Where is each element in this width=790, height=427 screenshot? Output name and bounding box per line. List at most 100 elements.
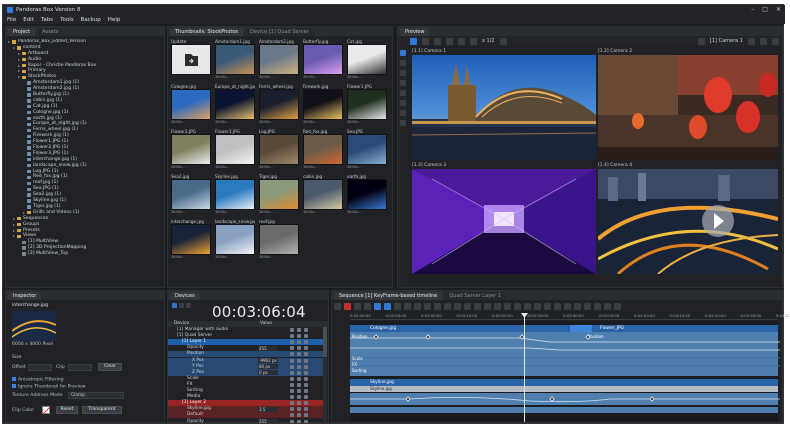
visibility-icon[interactable] <box>297 395 301 400</box>
undo-icon[interactable] <box>574 303 581 310</box>
device-row-value[interactable]: 255 <box>258 345 278 351</box>
redo-icon[interactable] <box>584 303 591 310</box>
thumbnail-item[interactable]: Amsterdam1.jpg 3840x... <box>215 39 255 82</box>
record-icon[interactable] <box>304 340 308 345</box>
record-icon[interactable] <box>304 413 308 418</box>
audio-icon[interactable] <box>399 90 406 96</box>
thumbnail-item[interactable]: Cat.jpg 3840x... <box>347 39 387 82</box>
thumbnail-item[interactable]: Europe_at_night.jpg 3840x... <box>215 84 255 127</box>
device-row[interactable]: Opacity 255 <box>168 419 324 423</box>
stop-icon[interactable] <box>344 303 351 310</box>
visibility-icon[interactable] <box>297 419 301 423</box>
record-icon[interactable] <box>304 376 308 381</box>
lock-icon[interactable] <box>290 401 294 406</box>
visibility-icon[interactable] <box>297 407 301 412</box>
record-icon[interactable] <box>304 370 308 375</box>
lock-icon[interactable] <box>290 364 294 369</box>
timeline-ruler[interactable]: 0:02:40:00 0:02:50:00 0:03:00:00 0:03:10:00… <box>350 313 790 320</box>
grid-icon[interactable] <box>464 303 471 310</box>
thumbnail-item[interactable]: interchange.jpg 3840x... <box>171 219 211 262</box>
menu-backup[interactable]: Backup <box>81 17 101 23</box>
trigger-icon[interactable] <box>444 303 451 310</box>
curve-icon[interactable] <box>504 303 511 310</box>
thumbnail-item[interactable]: Ferris_wheel.jpg 3840x... <box>259 84 299 127</box>
visibility-icon[interactable] <box>297 370 301 375</box>
thumbnail-item[interactable]: landscape_snow.jpg 3840x... <box>215 219 255 262</box>
zoom-level[interactable]: x 1/2 <box>482 38 495 44</box>
menu-help[interactable]: Help <box>108 17 121 23</box>
transparent-button[interactable]: Transparent <box>82 406 122 414</box>
tab-thumbnails[interactable]: Thumbnails: StockPhotos <box>170 28 244 36</box>
camera-view-1[interactable]: [1.1] Camera 1 <box>412 49 596 161</box>
layer-2-extra-lane[interactable] <box>350 407 778 413</box>
device-row-value[interactable]: -9962 px <box>258 358 278 363</box>
play-icon[interactable] <box>354 303 361 310</box>
thumbnail-item[interactable]: roof.jpg 3840x... <box>259 219 299 262</box>
delete-icon[interactable] <box>564 303 571 310</box>
lock-icon[interactable] <box>290 352 294 357</box>
visibility-icon[interactable] <box>297 346 301 351</box>
timeline-body[interactable]: Cologne.jpg Flower_JPG Position Position… <box>350 321 780 422</box>
devices-scrollbar[interactable] <box>323 327 327 421</box>
clip-field[interactable] <box>68 364 92 371</box>
thumbnail-item[interactable]: Firework.jpg 3840x... <box>303 84 343 127</box>
lock-icon[interactable] <box>290 376 294 381</box>
thumbnail-item[interactable]: Tiger.jpg 3840x... <box>259 174 299 217</box>
visibility-icon[interactable] <box>297 352 301 357</box>
flag-icon[interactable] <box>614 303 621 310</box>
layer-1-parameter-lanes[interactable]: Position Position Scale FX Sorting <box>350 332 780 376</box>
layer-1-track[interactable]: Cologne.jpg Flower_JPG <box>350 325 778 332</box>
settings-icon[interactable] <box>474 303 481 310</box>
camera-view-2[interactable]: [1.2] Camera 2 <box>598 49 778 161</box>
visibility-icon[interactable] <box>297 340 301 345</box>
reset-button[interactable]: Reset <box>56 406 78 414</box>
record-icon[interactable] <box>304 334 308 339</box>
record-icon[interactable] <box>304 407 308 412</box>
stop-icon[interactable] <box>186 303 191 308</box>
record-icon[interactable] <box>304 389 308 393</box>
rotate-tool-icon[interactable] <box>434 37 441 45</box>
thumbnail-item[interactable]: Flower1.JPG 3840x... <box>347 84 387 127</box>
lock-icon[interactable] <box>290 389 294 393</box>
thumbnail-item[interactable]: cabin.jpg 3840x... <box>303 174 343 217</box>
view-mode-icon[interactable] <box>399 50 406 56</box>
thumbnail-item[interactable]: Butterfly.jpg 3840x... <box>303 39 343 82</box>
lock-icon[interactable] <box>290 340 294 345</box>
tab-preview[interactable]: Preview <box>400 28 430 36</box>
output-icon[interactable] <box>399 100 406 106</box>
thumbnail-item[interactable]: Red_fox.jpg 3840x... <box>303 129 343 172</box>
minimize-button[interactable]: – <box>751 6 754 13</box>
tab-sequence[interactable]: Sequence [1] KeyFrame-based timeline <box>334 292 443 300</box>
mask-icon[interactable] <box>399 70 406 76</box>
camera-view-3[interactable]: [1.3] Camera 3 <box>412 163 596 275</box>
tab-device-quad-server[interactable]: Device [1] Quad Server <box>245 28 314 36</box>
visibility-icon[interactable] <box>297 364 301 369</box>
visibility-icon[interactable] <box>297 382 301 387</box>
thumbnail-item[interactable]: Sea2.jpg 3840x... <box>171 174 211 217</box>
cut-icon[interactable] <box>384 303 391 310</box>
lock-icon[interactable] <box>290 419 294 423</box>
lock-icon[interactable] <box>290 413 294 418</box>
snap-icon[interactable] <box>404 303 411 310</box>
thumbnail-item[interactable]: Sea.JPG 3840x... <box>347 129 387 172</box>
ease-icon[interactable] <box>514 303 521 310</box>
record-icon[interactable] <box>304 346 308 351</box>
device-row-value[interactable]: 80 px <box>258 364 278 370</box>
keyframe-icon[interactable] <box>374 303 381 310</box>
lock-icon[interactable] <box>290 334 294 339</box>
menu-tools[interactable]: Tools <box>60 17 74 23</box>
thumbnail-item[interactable]: Flower2.JPG 3840x... <box>171 129 211 172</box>
layer-icon[interactable] <box>494 303 501 310</box>
record-icon[interactable] <box>304 401 308 406</box>
visibility-icon[interactable] <box>297 328 301 332</box>
offset-x-field[interactable] <box>28 364 52 371</box>
lock-icon[interactable] <box>290 395 294 400</box>
device-row-value[interactable]: 255 <box>258 419 278 423</box>
pause-icon[interactable] <box>179 303 184 308</box>
device-row-value[interactable]: 0 px <box>258 370 278 376</box>
device-tree[interactable]: [1] Manager with audio [1] Quad Server [1]… <box>168 327 324 423</box>
visibility-icon[interactable] <box>297 358 301 363</box>
project-tree[interactable]: ▸ Pandoras_Box_Edited_Version ▸ content ▸ Art… <box>8 39 162 285</box>
playhead[interactable] <box>524 313 525 422</box>
tab-inspector[interactable]: Inspector <box>8 292 42 300</box>
